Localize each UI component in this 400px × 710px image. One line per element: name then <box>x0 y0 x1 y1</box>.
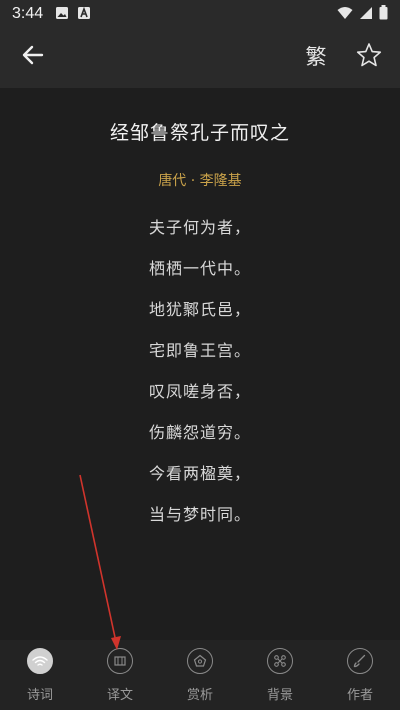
author-icon <box>347 648 373 674</box>
tab-translation[interactable]: 译文 <box>80 640 160 710</box>
background-icon <box>267 648 293 674</box>
poem-line: 今看两楹奠， <box>148 464 251 483</box>
poem-body: 夫子何为者， 栖栖一代中。 地犹鄹氏邑， 宅即鲁王宫。 叹凤嗟身否， 伤麟怨道穷… <box>0 214 400 542</box>
tab-poem[interactable]: 诗词 <box>0 640 80 710</box>
tab-appreciation[interactable]: 赏析 <box>160 640 240 710</box>
a-app-icon <box>77 5 91 24</box>
poem-line: 地犹鄹氏邑， <box>148 300 251 319</box>
tab-author-label: 作者 <box>346 688 373 703</box>
back-button[interactable] <box>20 44 46 70</box>
poem-line: 夫子何为者， <box>148 218 251 237</box>
tab-poem-label: 诗词 <box>26 688 53 703</box>
poem-icon <box>27 648 53 674</box>
traditional-chinese-button[interactable]: 繁 <box>302 42 330 72</box>
wifi-icon <box>337 5 353 24</box>
image-icon <box>55 5 69 24</box>
poem-title: 经邹鲁祭孔子而叹之 <box>109 122 290 144</box>
signal-icon <box>359 5 373 24</box>
appreciation-icon <box>187 648 213 674</box>
notification-icons <box>55 5 91 24</box>
tab-background[interactable]: 背景 <box>240 640 320 710</box>
app-bar: 繁 <box>0 28 400 88</box>
bottom-nav: 诗词 译文 赏析 背景 作者 <box>0 640 400 710</box>
poem-line: 伤麟怨道穷。 <box>148 423 251 442</box>
translation-icon <box>107 648 133 674</box>
poem-line: 当与梦时同。 <box>148 505 251 524</box>
poem-line: 栖栖一代中。 <box>148 259 251 278</box>
tab-author[interactable]: 作者 <box>320 640 400 710</box>
battery-icon <box>379 4 388 24</box>
status-time: 3:44 <box>12 5 44 22</box>
system-status-icons <box>337 4 388 24</box>
tab-translation-label: 译文 <box>106 688 133 703</box>
star-icon <box>356 42 382 72</box>
back-arrow-icon <box>22 45 44 69</box>
tab-appreciation-label: 赏析 <box>186 688 213 703</box>
poem-line: 宅即鲁王宫。 <box>148 341 251 360</box>
favorite-button[interactable] <box>354 42 384 72</box>
poem-line: 叹凤嗟身否， <box>148 382 251 401</box>
tab-background-label: 背景 <box>266 688 293 703</box>
poem-author: 唐代 · 李隆基 <box>158 173 242 189</box>
status-bar: 3:44 <box>0 0 400 28</box>
